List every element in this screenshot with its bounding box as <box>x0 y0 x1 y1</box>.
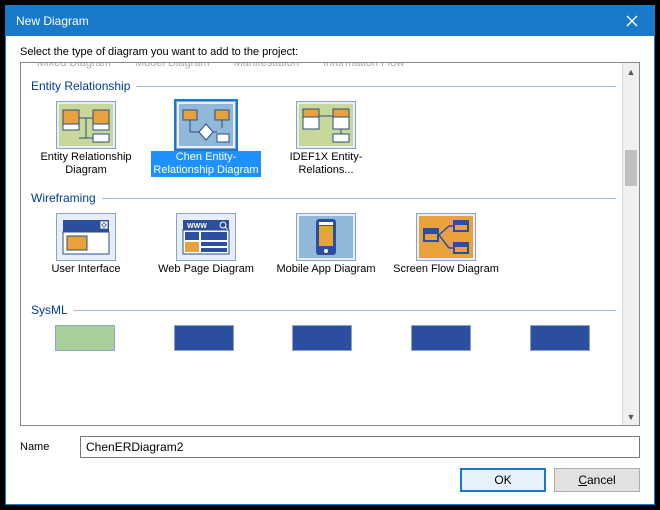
item-entity-relationship-diagram[interactable]: Entity Relationship Diagram <box>29 99 143 179</box>
scroll-thumb[interactable] <box>625 150 637 186</box>
item-sysml-4[interactable] <box>385 323 498 355</box>
user-interface-icon <box>56 213 116 261</box>
item-label: Mobile App Diagram <box>276 263 375 289</box>
item-label: IDEF1X Entity-Relations... <box>271 151 381 177</box>
item-label: Web Page Diagram <box>158 263 254 289</box>
item-chen-er-diagram[interactable]: Chen Entity-Relationship Diagram <box>149 99 263 179</box>
section-header-entity-relationship: Entity Relationship <box>31 79 616 93</box>
item-idef1x[interactable]: IDEF1X Entity-Relations... <box>269 99 383 179</box>
sysml-icon <box>174 325 234 351</box>
chen-er-icon <box>176 101 236 149</box>
partial-row-above: Mixed Diagram Model Diagram Manifestatio… <box>29 63 616 69</box>
name-row: Name <box>20 436 640 458</box>
idef1x-icon <box>296 101 356 149</box>
scroll-up-arrow[interactable]: ▲ <box>623 63 639 80</box>
sysml-icon <box>530 325 590 351</box>
scroll-track[interactable] <box>623 80 639 408</box>
item-mobile-app-diagram[interactable]: Mobile App Diagram <box>269 211 383 291</box>
screen-flow-icon <box>416 213 476 261</box>
section-items-er: Entity Relationship Diagram <box>29 95 616 181</box>
instruction-text: Select the type of diagram you want to a… <box>20 46 640 58</box>
ok-button[interactable]: OK <box>460 468 546 492</box>
sysml-icon <box>292 325 352 351</box>
svg-text:WWW: WWW <box>187 223 207 230</box>
item-web-page-diagram[interactable]: WWW Web Page Diagram <box>149 211 263 291</box>
diagram-type-list: Mixed Diagram Model Diagram Manifestatio… <box>20 62 640 426</box>
item-label: Entity Relationship Diagram <box>31 151 141 177</box>
section-items-wf: User Interface WWW <box>29 207 616 293</box>
section-items-sysml-partial <box>29 319 616 357</box>
name-input[interactable] <box>80 436 640 458</box>
dialog-body: Select the type of diagram you want to a… <box>6 36 654 504</box>
list-scroll-area[interactable]: Mixed Diagram Model Diagram Manifestatio… <box>21 63 622 425</box>
dialog-buttons: OK Cancel <box>20 468 640 492</box>
web-page-icon: WWW <box>176 213 236 261</box>
sysml-icon <box>55 325 115 351</box>
sysml-icon <box>411 325 471 351</box>
dialog-window: New Diagram Select the type of diagram y… <box>5 5 655 505</box>
item-sysml-5[interactable] <box>503 323 616 355</box>
vertical-scrollbar[interactable]: ▲ ▼ <box>622 63 639 425</box>
item-label: Screen Flow Diagram <box>393 263 499 289</box>
item-sysml-2[interactable] <box>148 323 261 355</box>
item-sysml-1[interactable] <box>29 323 142 355</box>
window-title: New Diagram <box>16 14 609 28</box>
item-label: Chen Entity-Relationship Diagram <box>151 151 261 177</box>
item-screen-flow-diagram[interactable]: Screen Flow Diagram <box>389 211 503 291</box>
item-user-interface[interactable]: User Interface <box>29 211 143 291</box>
name-label: Name <box>20 441 70 453</box>
section-header-wireframing: Wireframing <box>31 191 616 205</box>
cancel-button[interactable]: Cancel <box>554 468 640 492</box>
scroll-down-arrow[interactable]: ▼ <box>623 408 639 425</box>
mobile-app-icon <box>296 213 356 261</box>
titlebar: New Diagram <box>6 6 654 36</box>
close-button[interactable] <box>609 6 654 36</box>
er-diagram-icon <box>56 101 116 149</box>
item-sysml-3[interactable] <box>266 323 379 355</box>
item-label: User Interface <box>51 263 120 289</box>
section-header-sysml: SysML <box>31 303 616 317</box>
